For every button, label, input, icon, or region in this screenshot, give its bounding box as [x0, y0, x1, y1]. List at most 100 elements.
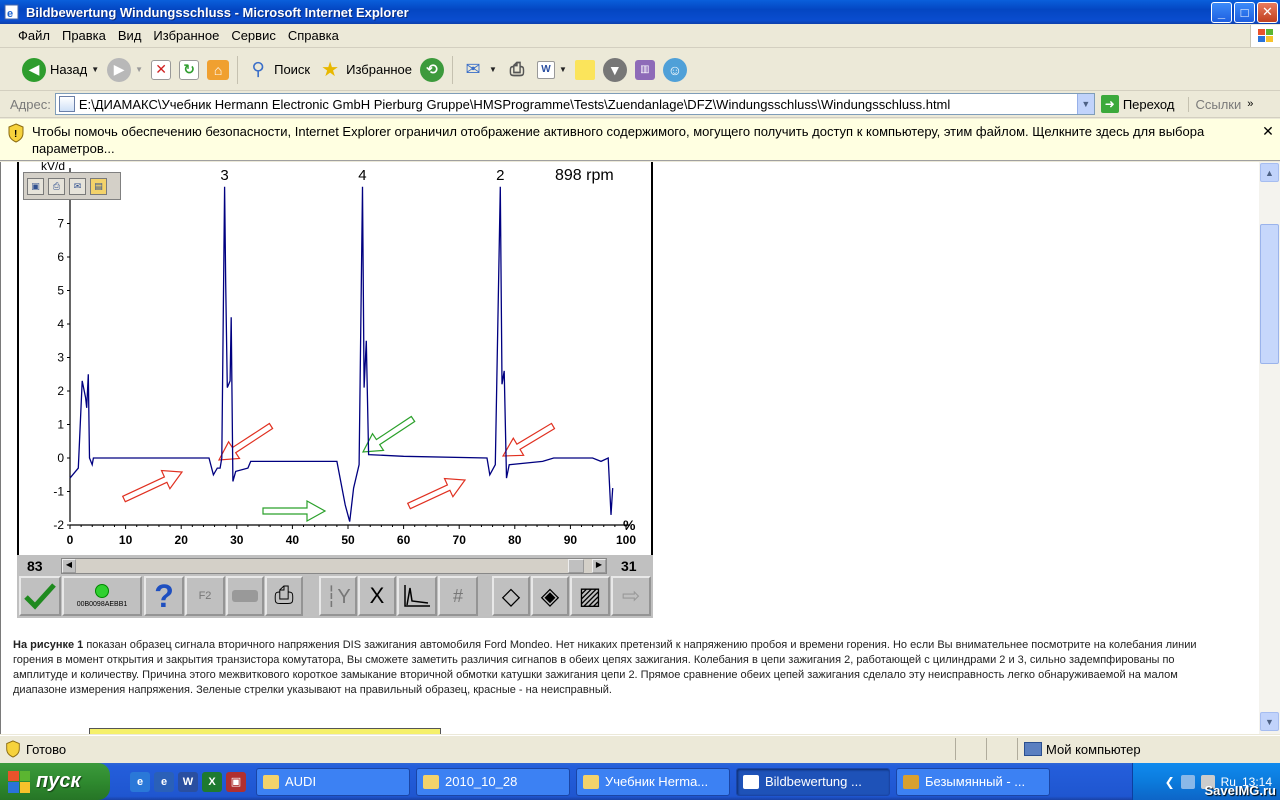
- x-cursor-button[interactable]: X: [358, 576, 396, 616]
- y-cursor-button[interactable]: ┆Y: [319, 576, 357, 616]
- back-button[interactable]: ◀ Назад ▼: [18, 54, 103, 86]
- status-separator: [986, 738, 987, 760]
- status-text: Готово: [26, 741, 67, 757]
- print-icon[interactable]: ⎙: [48, 177, 65, 195]
- page-icon: [58, 96, 75, 112]
- forward-dropdown-icon[interactable]: ▼: [135, 65, 143, 74]
- ie-icon[interactable]: e: [154, 771, 174, 792]
- confirm-button[interactable]: [19, 576, 61, 616]
- task-bildbewertung[interactable]: Bildbewertung ...: [736, 767, 890, 796]
- menu-view[interactable]: Вид: [112, 26, 148, 45]
- favorites-button[interactable]: ★ Избранное: [314, 54, 416, 86]
- shift-right-button[interactable]: ◈: [531, 576, 569, 616]
- mail-button[interactable]: ✉ ▼: [457, 54, 501, 86]
- network-icon[interactable]: [1180, 774, 1195, 789]
- scroll-left-icon[interactable]: ◀: [62, 559, 76, 573]
- vertical-scrollbar[interactable]: ▲ ▼: [1259, 162, 1280, 734]
- y-tick-label: 5: [57, 284, 64, 298]
- x-tick-label: 50: [341, 533, 355, 547]
- notes-button[interactable]: [571, 54, 599, 86]
- messenger-button[interactable]: ☺: [659, 54, 691, 86]
- folder-icon[interactable]: ▤: [90, 177, 107, 195]
- right-number: 31: [621, 558, 637, 574]
- home-button[interactable]: ⌂: [203, 54, 233, 86]
- hatch-icon: ▨: [578, 582, 602, 610]
- save-icon[interactable]: ▣: [27, 177, 44, 195]
- history-button[interactable]: ⟲: [416, 54, 448, 86]
- shield-button[interactable]: ▼: [599, 54, 631, 86]
- task-textbook[interactable]: Учебник Herma...: [576, 767, 730, 796]
- menu-help[interactable]: Справка: [282, 26, 345, 45]
- status-led-button[interactable]: 00B0098AEBB1: [62, 576, 142, 616]
- x-tick-label: 40: [286, 533, 300, 547]
- y-tick-label: 7: [57, 217, 64, 231]
- scroll-up-icon[interactable]: ▲: [1260, 163, 1279, 182]
- printer-icon: ⎙: [509, 59, 525, 79]
- refresh-button[interactable]: ↻: [175, 54, 203, 86]
- f2-button[interactable]: F2: [185, 576, 225, 616]
- print-button[interactable]: ⎙: [501, 54, 533, 86]
- books-icon: ▥: [634, 59, 655, 80]
- back-dropdown-icon[interactable]: ▼: [91, 65, 99, 74]
- note-icon: [574, 59, 595, 80]
- menu-tools[interactable]: Сервис: [225, 26, 282, 45]
- f2-label: F2: [198, 590, 212, 602]
- mail-dropdown-icon[interactable]: ▼: [489, 65, 497, 74]
- edit-dropdown-icon[interactable]: ▼: [559, 65, 567, 74]
- chevron-right-icon[interactable]: »: [1247, 98, 1253, 110]
- research-button[interactable]: ▥: [631, 54, 659, 86]
- minimize-button[interactable]: _: [1211, 1, 1232, 23]
- scroll-thumb[interactable]: [568, 559, 584, 573]
- image-toolbar: ▣ ⎙ ✉ ▤: [23, 172, 121, 200]
- probe-button[interactable]: [226, 576, 264, 616]
- horizontal-scrollbar[interactable]: ◀ ▶: [61, 558, 607, 574]
- curve-button[interactable]: [397, 576, 437, 616]
- oscilloscope-panel: -2 -1 0 1 2 3 4 5 6 7 0 10 20 30 40 50 60 70 80 90 100 3 4 2 89…: [17, 162, 653, 618]
- start-button[interactable]: пуск: [0, 763, 110, 800]
- address-input[interactable]: E:\ДИАМАКС\Учебник Hermann Electronic Gm…: [54, 93, 1095, 115]
- address-dropdown-icon[interactable]: ▼: [1076, 94, 1094, 114]
- maximize-button[interactable]: □: [1234, 1, 1255, 23]
- word-icon: W: [536, 60, 555, 79]
- task-paint[interactable]: Безымянный - ...: [896, 767, 1050, 796]
- next-button[interactable]: ⇨: [611, 576, 651, 616]
- excel-icon[interactable]: X: [202, 771, 222, 792]
- infobar-close-icon[interactable]: ✕: [1256, 119, 1280, 160]
- edit-button[interactable]: W ▼: [533, 54, 571, 86]
- freeze-button[interactable]: ▨: [570, 576, 610, 616]
- task-audi[interactable]: AUDI: [256, 767, 410, 796]
- my-computer-icon: [1024, 742, 1042, 756]
- close-button[interactable]: ✕: [1257, 1, 1278, 23]
- menu-edit[interactable]: Правка: [56, 26, 112, 45]
- security-infobar[interactable]: ! Чтобы помочь обеспечению безопасности,…: [0, 119, 1280, 161]
- y-tick-label: -2: [53, 518, 64, 532]
- shift-left-button[interactable]: ◇: [492, 576, 530, 616]
- taskbar: пуск e e W X ▣ AUDI 2010_10_28 Учебник H…: [0, 763, 1280, 800]
- scroll-thumb[interactable]: [1260, 224, 1279, 364]
- checkmark-icon: [24, 583, 56, 610]
- print-report-button[interactable]: ⎙: [265, 576, 303, 616]
- save-icon[interactable]: ▣: [226, 771, 246, 792]
- x-tick-label: 70: [453, 533, 467, 547]
- menu-favorites[interactable]: Избранное: [147, 26, 225, 45]
- title-bar[interactable]: e Bildbewertung Windungsschluss - Micros…: [0, 0, 1280, 24]
- security-zone[interactable]: Мой компьютер: [1020, 742, 1280, 757]
- search-button[interactable]: ⚲ Поиск: [242, 54, 314, 86]
- grid-button[interactable]: #: [438, 576, 478, 616]
- chevron-left-icon[interactable]: ❮: [1165, 775, 1175, 789]
- scroll-right-icon[interactable]: ▶: [592, 559, 606, 573]
- go-arrow-icon: ➜: [1100, 95, 1119, 113]
- status-bar: Готово Мой компьютер: [0, 735, 1280, 762]
- mail-icon[interactable]: ✉: [69, 177, 86, 195]
- word-icon[interactable]: W: [178, 771, 198, 792]
- ie-icon[interactable]: e: [130, 771, 150, 792]
- forward-button[interactable]: ▶ ▼: [103, 54, 147, 86]
- scroll-down-icon[interactable]: ▼: [1260, 712, 1279, 731]
- go-button[interactable]: ➜ Переход: [1100, 95, 1174, 113]
- stop-button[interactable]: ✕: [147, 54, 175, 86]
- help-button[interactable]: ?: [144, 576, 184, 616]
- task-folder-date[interactable]: 2010_10_28: [416, 767, 570, 796]
- curve-icon: [404, 585, 430, 607]
- links-label[interactable]: Ссылки: [1188, 96, 1241, 112]
- menu-file[interactable]: Файл: [12, 26, 56, 45]
